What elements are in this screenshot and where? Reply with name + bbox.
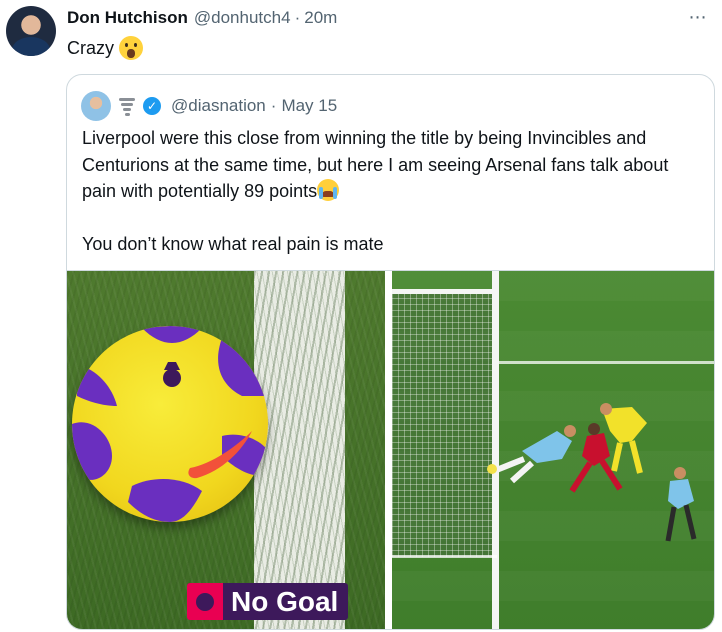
no-goal-label: No Goal bbox=[231, 586, 339, 617]
players-illustration bbox=[487, 403, 697, 542]
tweet-text: Crazy bbox=[67, 36, 144, 60]
quoted-author-handle[interactable]: @diasnation bbox=[171, 96, 266, 116]
pitch-line bbox=[499, 361, 714, 364]
goal-crossbar bbox=[392, 289, 499, 294]
avatar-body bbox=[12, 37, 50, 56]
ball-on-line-image[interactable]: No Goal bbox=[67, 271, 385, 629]
goal-net bbox=[392, 291, 494, 557]
goal-line-clearance-image[interactable] bbox=[392, 271, 714, 629]
header-separator: · bbox=[294, 8, 301, 27]
author-avatar[interactable] bbox=[6, 6, 56, 56]
tweet-time[interactable]: 20m bbox=[304, 8, 337, 28]
quoted-text-line-2: Centurions at the same time, but here I … bbox=[82, 154, 669, 175]
quoted-text-line-3-wrap: pain with potentially 89 points bbox=[82, 178, 707, 205]
tornado-emoji-icon bbox=[119, 96, 135, 116]
quoted-tweet-text: Liverpool were this close from winning t… bbox=[82, 125, 707, 257]
more-options-icon[interactable]: ⋯ bbox=[684, 6, 712, 28]
quoted-media: No Goal bbox=[67, 270, 714, 629]
quoted-header-separator: · bbox=[270, 96, 277, 115]
quoted-tweet-header: ✓ @diasnation · May 15 bbox=[81, 91, 337, 121]
author-handle[interactable]: @donhutch4 bbox=[194, 8, 291, 28]
tweet: Don Hutchison @donhutch4 · 20m ⋯ Crazy ✓… bbox=[0, 0, 722, 632]
quoted-tweet[interactable]: ✓ @diasnation · May 15 Liverpool were th… bbox=[66, 74, 715, 630]
no-goal-overlay: No Goal bbox=[187, 583, 349, 620]
quoted-text-paragraph-2: You don’t know what real pain is mate bbox=[82, 233, 384, 254]
quoted-text-line-1: Liverpool were this close from winning t… bbox=[82, 128, 647, 148]
quoted-author-avatar[interactable] bbox=[81, 91, 111, 121]
premier-league-ball-icon bbox=[72, 326, 268, 522]
author-name[interactable]: Don Hutchison bbox=[67, 8, 188, 28]
screaming-face-emoji-icon bbox=[119, 36, 144, 60]
tweet-header: Don Hutchison @donhutch4 · 20m bbox=[67, 8, 337, 32]
quoted-tweet-date[interactable]: May 15 bbox=[281, 96, 337, 116]
premier-league-logo-icon bbox=[187, 583, 223, 620]
crying-face-emoji-icon bbox=[317, 179, 340, 201]
quoted-text-line-3: pain with potentially 89 points bbox=[82, 181, 318, 201]
tweet-text-content: Crazy bbox=[67, 37, 115, 58]
verified-badge-icon: ✓ bbox=[143, 97, 161, 115]
